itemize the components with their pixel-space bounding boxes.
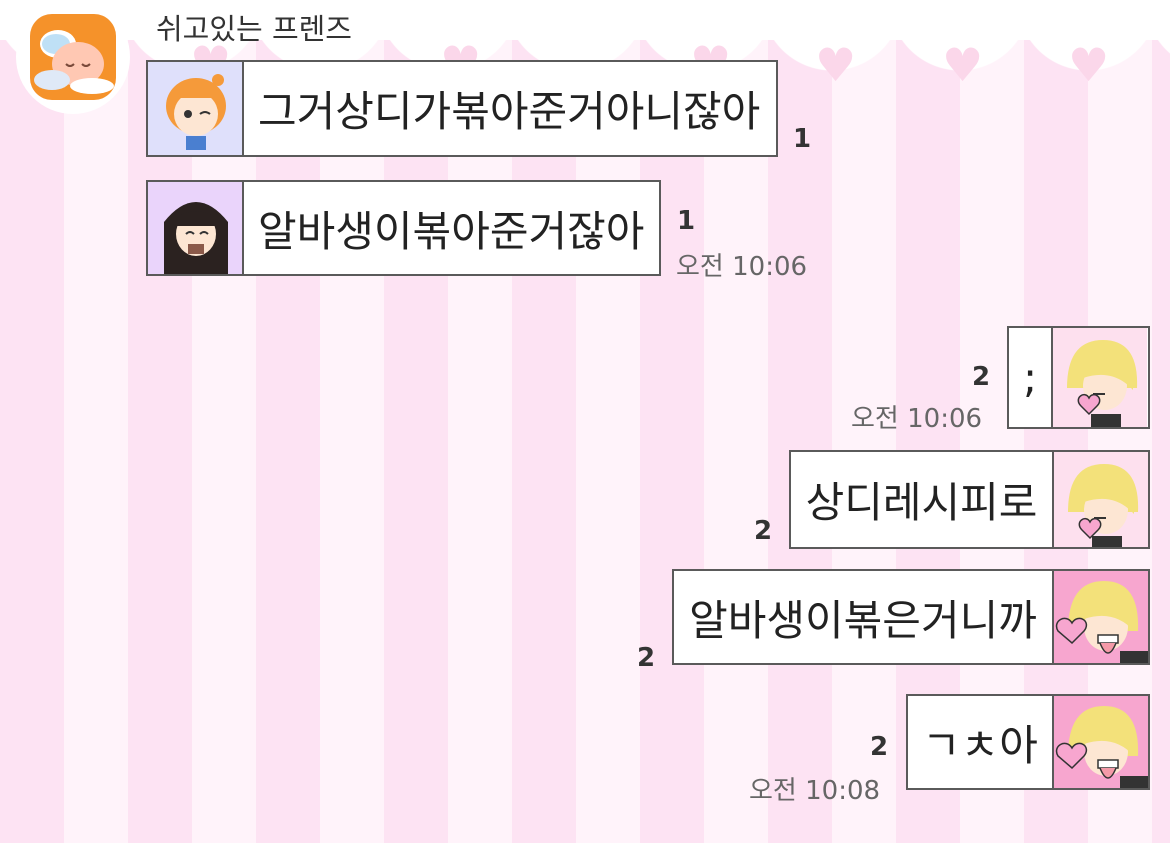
message-text: 상디레시피로 bbox=[805, 478, 1038, 527]
avatar bbox=[1052, 571, 1148, 663]
message-text: 알바생이볶아준거잖아 bbox=[258, 206, 645, 256]
unread-count: 1 bbox=[793, 124, 812, 154]
unread-count: 2 bbox=[637, 643, 656, 673]
avatar bbox=[1052, 696, 1148, 788]
chat-message[interactable]: ; bbox=[1007, 326, 1150, 429]
message-timestamp: 오전 10:06 bbox=[851, 404, 983, 434]
unread-count: 2 bbox=[754, 516, 773, 546]
heart-icon: ♥ bbox=[1068, 38, 1110, 92]
heart-icon: ♥ bbox=[815, 38, 857, 92]
chat-message[interactable]: ㄱㅊ아 bbox=[906, 694, 1150, 790]
unread-count: 2 bbox=[870, 732, 889, 762]
chat-message[interactable]: 알바생이볶아준거잖아 bbox=[146, 180, 661, 276]
avatar bbox=[1051, 328, 1148, 427]
chat-message[interactable]: 그거상디가볶아준거아니잖아 bbox=[146, 60, 778, 157]
message-text: 알바생이볶은거니까 bbox=[689, 595, 1037, 645]
sender-name: 쉬고있는 프렌즈 bbox=[156, 12, 352, 46]
chat-message[interactable]: 알바생이볶은거니까 bbox=[672, 569, 1150, 665]
message-text: ; bbox=[1023, 353, 1038, 402]
message-text: 그거상디가볶아준거아니잖아 bbox=[258, 87, 761, 136]
message-text: ㄱㅊ아 bbox=[922, 720, 1038, 770]
unread-count: 2 bbox=[972, 362, 991, 392]
apeach-sleeping-icon bbox=[30, 14, 116, 100]
chat-message[interactable]: 상디레시피로 bbox=[789, 450, 1150, 549]
avatar bbox=[1052, 452, 1148, 547]
message-timestamp: 오전 10:08 bbox=[749, 776, 881, 806]
unread-count: 1 bbox=[677, 206, 696, 236]
heart-icon: ♥ bbox=[942, 38, 984, 92]
sender-profile-photo[interactable] bbox=[16, 0, 130, 114]
message-timestamp: 오전 10:06 bbox=[676, 252, 808, 282]
avatar bbox=[148, 182, 244, 274]
avatar bbox=[148, 62, 244, 155]
